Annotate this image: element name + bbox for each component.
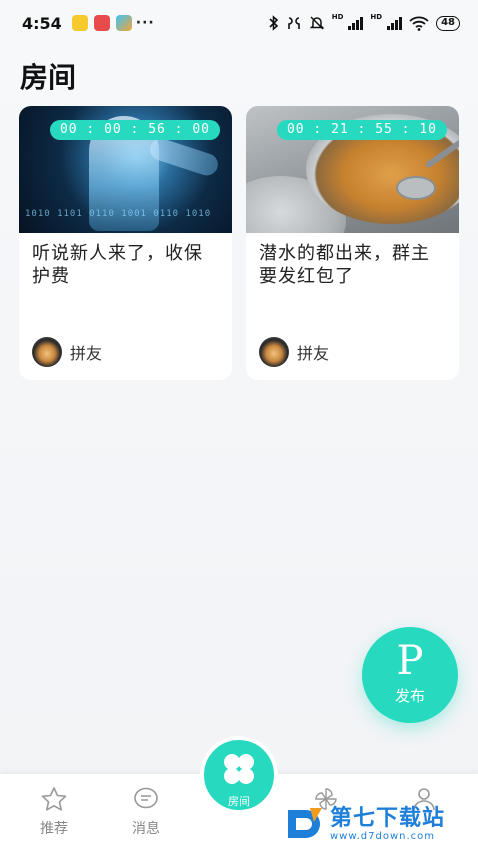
watermark-logo-icon xyxy=(288,808,322,838)
star-icon xyxy=(41,787,67,811)
battery-icon: 48 xyxy=(436,15,460,31)
watermark-name: 第七下载站 xyxy=(330,805,446,831)
page-title: 房间 xyxy=(20,61,77,94)
room-card[interactable]: 1010 1101 0110 1001 0110 1010 00 : 00 : … xyxy=(19,106,232,380)
tab-label: 推荐 xyxy=(40,821,68,837)
room-card[interactable]: 00 : 21 : 55 : 10 潜水的都出来，群主要发红包了 拼友 xyxy=(246,106,459,380)
room-title: 潜水的都出来，群主要发红包了 xyxy=(259,243,430,287)
room-owner: 拼友 xyxy=(246,337,459,367)
tab-rooms[interactable]: 房间 xyxy=(200,736,278,814)
screen: 4:54 ··· HD HD 48 房间 1010 1101 0110 1001… xyxy=(0,0,478,850)
status-indicators: HD HD 48 xyxy=(269,13,460,31)
watermark-text: 第七下载站 www.d7down.com xyxy=(330,805,446,842)
username: 拼友 xyxy=(70,344,103,363)
game-app-icon xyxy=(115,15,132,31)
status-app-icons xyxy=(71,15,132,31)
signal-icon xyxy=(387,16,403,30)
binary-pattern: 1010 1101 0110 1001 0110 1010 xyxy=(25,209,212,219)
wifi-icon xyxy=(409,16,429,31)
ladle-shape xyxy=(396,176,436,200)
message-icon xyxy=(134,787,158,809)
username: 拼友 xyxy=(297,344,330,363)
earbuds-icon xyxy=(287,17,300,29)
avatar xyxy=(32,337,62,367)
tab-recommend[interactable]: 推荐 xyxy=(24,786,84,838)
shop-app-icon xyxy=(93,15,110,31)
countdown-timer: 00 : 00 : 56 : 00 xyxy=(49,120,220,140)
bluetooth-icon xyxy=(269,15,278,31)
more-notifications-icon: ··· xyxy=(135,15,155,31)
tab-label: 消息 xyxy=(132,821,160,837)
mute-icon xyxy=(309,16,325,30)
avatar xyxy=(259,337,289,367)
room-cover-image: 1010 1101 0110 1001 0110 1010 00 : 00 : … xyxy=(19,106,232,233)
publish-letter: P xyxy=(396,638,424,684)
room-title: 听说新人来了，收保护费 xyxy=(32,243,203,287)
publish-button[interactable]: P 发布 xyxy=(362,627,458,723)
hd-label: HD xyxy=(370,13,383,21)
watermark: 第七下载站 www.d7down.com xyxy=(284,800,474,848)
tab-messages[interactable]: 消息 xyxy=(116,786,176,838)
watermark-url: www.d7down.com xyxy=(330,830,436,842)
hd-label: HD xyxy=(331,13,344,21)
chat-app-icon xyxy=(71,15,88,31)
signal-icon xyxy=(348,16,364,30)
publish-label: 发布 xyxy=(394,687,425,705)
status-time: 4:54 xyxy=(22,13,62,33)
countdown-timer: 00 : 21 : 55 : 10 xyxy=(276,120,447,140)
status-bar: 4:54 ··· HD HD 48 xyxy=(0,0,478,46)
tab-label: 房间 xyxy=(228,795,250,808)
room-cover-image: 00 : 21 : 55 : 10 xyxy=(246,106,459,233)
room-owner: 拼友 xyxy=(19,337,232,367)
clover-icon xyxy=(224,754,254,784)
